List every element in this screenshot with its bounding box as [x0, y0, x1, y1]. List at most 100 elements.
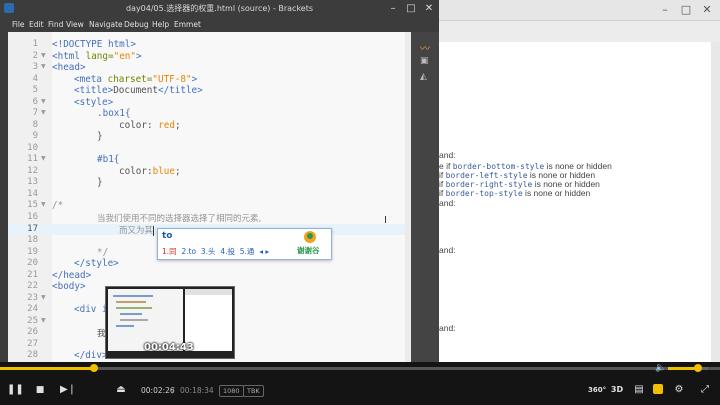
progress-fill	[0, 367, 95, 370]
line-number: 14	[27, 189, 38, 199]
fold-arrow-icon[interactable]: ▼	[41, 98, 46, 105]
screenshot-icon[interactable]: ▤	[632, 383, 646, 397]
title-bar: day04/05.选择器的权重.html (source) - Brackets…	[0, 0, 439, 18]
code-line-13: }	[97, 177, 103, 188]
code-line-15: /*	[52, 200, 64, 211]
code-line-19: */	[97, 247, 109, 258]
pause-button[interactable]: ❚❚	[7, 383, 24, 397]
text-cursor	[153, 225, 155, 236]
ime-candidate[interactable]: 1.同	[162, 247, 177, 256]
fold-arrow-icon[interactable]: ▼	[41, 155, 46, 162]
code-line-12: color:blue;	[119, 166, 181, 177]
fold-arrow-icon[interactable]: ▼	[41, 63, 46, 70]
line-number: 28	[27, 350, 38, 360]
close-icon[interactable]: ✕	[700, 3, 714, 17]
total-time: 00:18:34	[180, 386, 214, 395]
menu-emmet[interactable]: Emmet	[174, 20, 201, 29]
volume-icon[interactable]: 🔈	[655, 363, 666, 373]
progress-track[interactable]	[0, 367, 720, 370]
menu-navigate[interactable]: Navigate	[89, 20, 123, 29]
docs-line: and:	[439, 198, 456, 208]
live-preview-icon[interactable]: 〰	[420, 40, 430, 55]
3d-button[interactable]: 3D	[610, 383, 624, 397]
background-toolbar	[439, 21, 720, 43]
line-number: 5	[32, 85, 38, 95]
code-line-4: <meta charset="UTF-8">	[74, 74, 198, 85]
stop-button[interactable]: ■	[34, 383, 46, 397]
ime-candidate[interactable]: 4.投	[220, 247, 235, 256]
maximize-icon[interactable]: □	[679, 3, 693, 17]
line-number: 8	[32, 120, 38, 130]
line-number: 26	[27, 327, 38, 337]
ime-candidate-list: 1.同 2.to 3.头 4.投 5.通 ◂ ▸	[162, 246, 269, 257]
line-number: 18	[27, 235, 38, 245]
eject-button[interactable]: ⏏	[115, 383, 127, 397]
video-player-controls: 🔈 ❚❚ ■ ▶❘ ⏏ 00:02:26 / 00:18:34 1080 TBK…	[0, 362, 720, 405]
docs-content: and: e if border-bottom-style is none or…	[439, 42, 711, 362]
mouse-cursor-icon: I	[384, 215, 387, 226]
fold-arrow-icon[interactable]: ▼	[41, 201, 46, 208]
line-number: 7	[32, 108, 38, 118]
linter-icon[interactable]: ◭	[420, 72, 427, 82]
menu-bar: File Edit Find View Navigate Debug Help …	[0, 18, 439, 32]
minimize-icon[interactable]: –	[658, 3, 672, 17]
fold-arrow-icon[interactable]: ▼	[41, 294, 46, 301]
line-number: 9	[32, 131, 38, 141]
thumbnail-time: 00:04:43	[144, 342, 194, 353]
line-number: 4	[32, 74, 38, 84]
settings-gear-icon[interactable]: ⚙	[673, 383, 685, 397]
code-line-1: <!DOCTYPE html>	[52, 39, 136, 50]
docs-line: and:	[439, 323, 456, 333]
line-number: 21	[27, 270, 38, 280]
ime-candidate[interactable]: 5.通	[240, 247, 255, 256]
code-line-11: #b1{	[97, 154, 120, 165]
format-badge[interactable]: TBK	[243, 385, 264, 397]
ime-candidate[interactable]: 3.头	[201, 247, 216, 256]
ime-candidate[interactable]: 2.to	[181, 247, 196, 256]
ime-page-arrows[interactable]: ◂ ▸	[259, 247, 269, 256]
line-number: 12	[27, 166, 38, 176]
code-line-8: color: red;	[119, 120, 181, 131]
menu-find[interactable]: Find	[48, 20, 63, 29]
line-number: 19	[27, 247, 38, 257]
line-number: 25	[27, 316, 38, 326]
line-number: 15	[27, 200, 38, 210]
line-number: 2	[32, 51, 38, 61]
window-title: day04/05.选择器的权重.html (source) - Brackets	[125, 4, 314, 13]
fold-arrow-icon[interactable]: ▼	[41, 317, 46, 324]
ime-composition: to	[162, 231, 173, 241]
fold-arrow-icon[interactable]: ▼	[41, 109, 46, 116]
next-button[interactable]: ▶❘	[60, 383, 76, 397]
minimize-icon[interactable]: –	[386, 2, 400, 16]
fold-arrow-icon[interactable]: ▼	[41, 52, 46, 59]
code-line-20: </style>	[74, 258, 119, 269]
line-number: 6	[32, 97, 38, 107]
menu-help[interactable]: Help	[152, 20, 169, 29]
volume-handle[interactable]	[694, 364, 702, 372]
seek-preview-thumbnail: 00:04:43	[105, 286, 235, 359]
progress-handle[interactable]	[90, 364, 99, 372]
quality-badge[interactable]: 1080	[219, 385, 244, 397]
extension-manager-icon[interactable]: ▣	[420, 56, 429, 66]
time-separator: /	[172, 386, 175, 395]
danmaku-toggle-icon[interactable]	[653, 384, 663, 394]
code-line-28: </div>	[74, 350, 108, 361]
line-number: 13	[27, 177, 38, 187]
line-number: 17	[27, 224, 38, 234]
line-number: 22	[27, 281, 38, 291]
line-number: 11	[27, 154, 38, 164]
menu-debug[interactable]: Debug	[124, 20, 149, 29]
menu-edit[interactable]: Edit	[29, 20, 44, 29]
docs-scrollbar[interactable]	[711, 42, 720, 362]
vr-360-button[interactable]: 360°	[588, 383, 606, 397]
close-icon[interactable]: ✕	[422, 2, 436, 16]
editor-border	[0, 32, 8, 362]
maximize-icon[interactable]: □	[404, 2, 418, 16]
docs-line: and:	[439, 150, 456, 160]
menu-view[interactable]: View	[66, 20, 84, 29]
docs-line: if border-top-style is none or hidden	[439, 188, 591, 198]
line-number: 23	[27, 293, 38, 303]
background-titlebar: – □ ✕	[439, 0, 720, 21]
fullscreen-icon[interactable]: ⤢	[699, 383, 711, 397]
menu-file[interactable]: File	[12, 20, 25, 29]
